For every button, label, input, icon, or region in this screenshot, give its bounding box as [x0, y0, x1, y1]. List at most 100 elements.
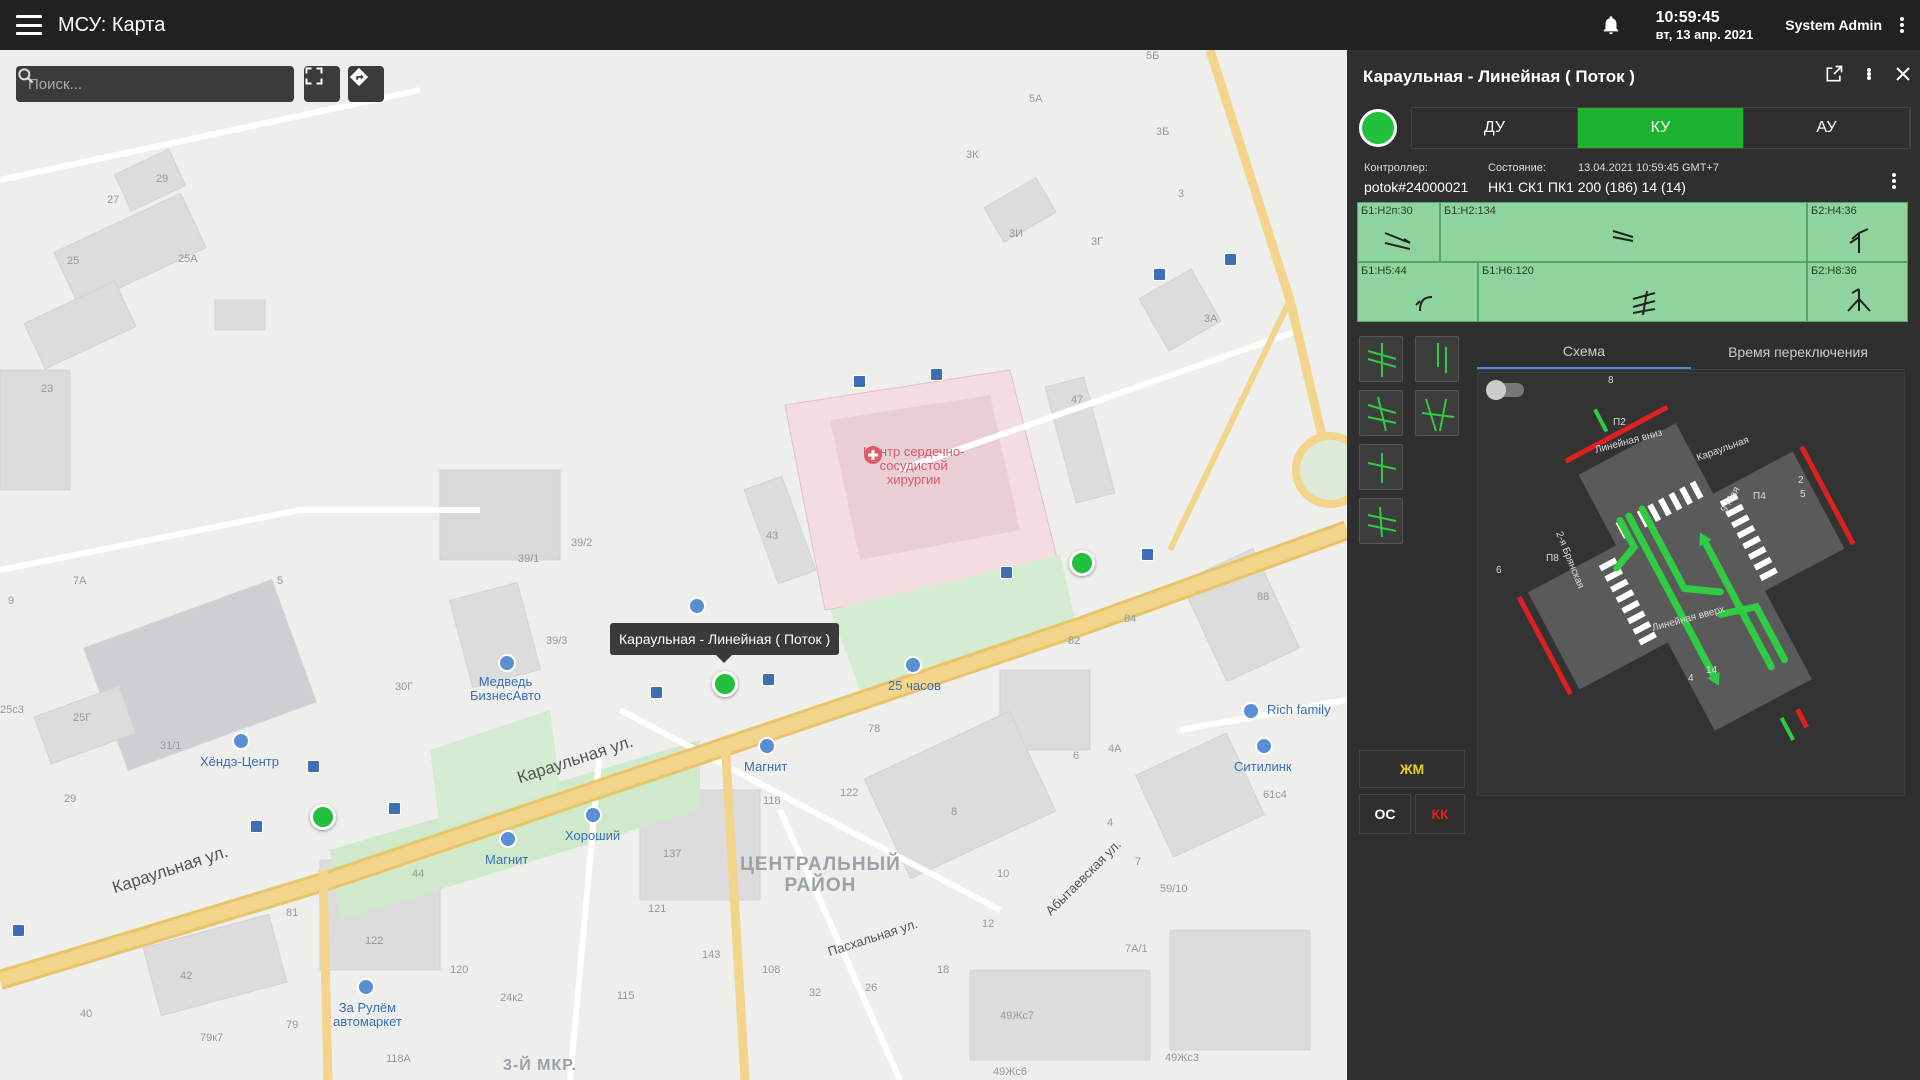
- house-number: 120: [450, 964, 469, 976]
- phase-label: Б1:Н2:134: [1444, 205, 1496, 217]
- map-canvas[interactable]: Центр сердечно- сосудистой хирургии Медв…: [0, 50, 1347, 1080]
- phase-cell[interactable]: Б1:Н5:44: [1357, 262, 1478, 322]
- search-icon[interactable]: [16, 66, 36, 86]
- poi-magnit-1[interactable]: Магнит: [744, 760, 787, 774]
- poi-magnit-2[interactable]: Магнит: [485, 853, 528, 867]
- shop-icon[interactable]: [499, 830, 517, 848]
- house-number: 9: [8, 595, 15, 607]
- car-service-icon[interactable]: [357, 978, 375, 996]
- tab-scheme[interactable]: Схема: [1477, 334, 1691, 369]
- phase-label: Б2:Н4:36: [1811, 205, 1857, 217]
- search-input[interactable]: [28, 75, 282, 93]
- phase-arrow-icon: [1632, 290, 1656, 316]
- traffic-light-marker[interactable]: [310, 804, 336, 830]
- house-number: 47: [1071, 394, 1084, 406]
- kk-button[interactable]: КК: [1415, 794, 1465, 834]
- shop-icon[interactable]: [1255, 737, 1273, 755]
- house-number: 27: [107, 194, 120, 206]
- scheme-label-n4: 4: [1688, 673, 1694, 684]
- poi-25-hours[interactable]: 25 часов: [888, 679, 941, 693]
- bus-stop-icon[interactable]: [1224, 253, 1237, 266]
- bus-stop-icon[interactable]: [388, 802, 401, 815]
- tab-switch-time[interactable]: Время переключения: [1691, 334, 1905, 369]
- poi-horoshiy[interactable]: Хороший: [565, 829, 620, 843]
- car-service-icon[interactable]: [904, 656, 922, 674]
- mode-du-button[interactable]: ДУ: [1412, 108, 1578, 148]
- phase-arrow-icon: [1849, 228, 1869, 253]
- house-number: 7А/1: [1125, 943, 1148, 955]
- house-number: 49Жс7: [1000, 1010, 1035, 1022]
- car-service-icon[interactable]: [232, 732, 250, 750]
- controller-info: Контроллер: potok#24000021 Состояние: 13…: [1364, 162, 1904, 202]
- house-number: 118А: [386, 1053, 411, 1065]
- phase-arrow-icon: [1384, 232, 1411, 250]
- route-button[interactable]: [348, 66, 384, 102]
- house-number: 122: [840, 787, 859, 799]
- phase-cell[interactable]: Б2:Н8:36: [1807, 262, 1908, 322]
- hospital-icon: [864, 446, 882, 464]
- bus-stop-icon[interactable]: [762, 673, 775, 686]
- phase-thumb[interactable]: [1415, 336, 1459, 382]
- shop-icon[interactable]: [584, 806, 602, 824]
- phase-grid: Б1:Н2п:30 Б1:Н2:134 Б2:Н4:36 Б1:Н5:44 Б1…: [1357, 202, 1908, 322]
- phase-cell[interactable]: Б1:Н2:134: [1440, 202, 1807, 262]
- bell-icon[interactable]: [1600, 14, 1622, 36]
- bus-stop-icon[interactable]: [853, 375, 866, 388]
- poi-medved[interactable]: Медведь БизнесАвто: [470, 675, 541, 703]
- traffic-light-marker[interactable]: [1069, 550, 1095, 576]
- zhm-button[interactable]: ЖМ: [1359, 750, 1465, 788]
- open-external-icon[interactable]: [1824, 64, 1844, 84]
- house-number: 8: [951, 806, 958, 818]
- user-name[interactable]: System Admin: [1785, 17, 1882, 33]
- scheme-label-n14: 14: [1706, 665, 1718, 676]
- phase-thumb[interactable]: [1415, 390, 1459, 436]
- traffic-light-marker[interactable]: [712, 671, 738, 697]
- house-number: 3: [1178, 188, 1185, 200]
- family-icon[interactable]: [1242, 702, 1260, 720]
- menu-icon[interactable]: [16, 15, 42, 35]
- clock: 10:59:45 вт, 13 апр. 2021: [1656, 9, 1754, 42]
- state-label: Состояние:: [1488, 162, 1546, 174]
- poi-zarulem[interactable]: За Рулём автомаркет: [333, 1001, 402, 1029]
- bus-stop-icon[interactable]: [1000, 566, 1013, 579]
- mode-ku-button[interactable]: КУ: [1578, 108, 1744, 148]
- bus-stop-icon[interactable]: [650, 686, 663, 699]
- phase-label: Б2:Н8:36: [1811, 265, 1857, 277]
- bus-stop-icon[interactable]: [1141, 548, 1154, 561]
- poi-hendai[interactable]: Хёндэ-Центр: [200, 755, 279, 769]
- fullscreen-button[interactable]: [304, 66, 340, 102]
- phase-cell[interactable]: Б2:Н4:36: [1807, 202, 1908, 262]
- os-button[interactable]: ОС: [1359, 794, 1411, 834]
- scheme-toggle[interactable]: [1486, 380, 1524, 400]
- scheme-label-p2: П2: [1613, 417, 1626, 428]
- shop-icon[interactable]: [758, 737, 776, 755]
- house-number: 5Б: [1146, 50, 1160, 62]
- poi-rich-family[interactable]: Rich family: [1267, 703, 1331, 717]
- house-number: 61с4: [1263, 789, 1287, 801]
- info-kebab-icon[interactable]: [1892, 173, 1896, 189]
- bus-stop-icon[interactable]: [12, 924, 25, 937]
- phase-thumb[interactable]: [1359, 444, 1403, 490]
- house-number: 43: [766, 530, 779, 542]
- route-icon: [349, 67, 369, 87]
- phase-cell[interactable]: Б1:Н2п:30: [1357, 202, 1440, 262]
- poi-citilink[interactable]: Ситилинк: [1234, 760, 1292, 774]
- phase-cell[interactable]: Б1:Н6:120: [1478, 262, 1807, 322]
- user-menu-kebab-icon[interactable]: [1892, 14, 1912, 36]
- bus-stop-icon[interactable]: [307, 760, 320, 773]
- car-service-icon[interactable]: [498, 654, 516, 672]
- panel-title: Караульная - Линейная ( Поток ): [1363, 67, 1635, 86]
- house-number: 18: [937, 964, 950, 976]
- car-service-icon[interactable]: [688, 597, 706, 615]
- house-number: 5: [277, 575, 284, 587]
- bus-stop-icon[interactable]: [930, 368, 943, 381]
- panel-kebab-icon[interactable]: [1862, 65, 1876, 83]
- close-icon[interactable]: [1894, 65, 1912, 83]
- house-number: 39/1: [518, 553, 540, 565]
- phase-thumb[interactable]: [1359, 498, 1403, 544]
- bus-stop-icon[interactable]: [250, 820, 263, 833]
- phase-thumb[interactable]: [1359, 336, 1403, 382]
- phase-thumb[interactable]: [1359, 390, 1403, 436]
- bus-stop-icon[interactable]: [1153, 268, 1166, 281]
- mode-au-button[interactable]: АУ: [1744, 108, 1910, 148]
